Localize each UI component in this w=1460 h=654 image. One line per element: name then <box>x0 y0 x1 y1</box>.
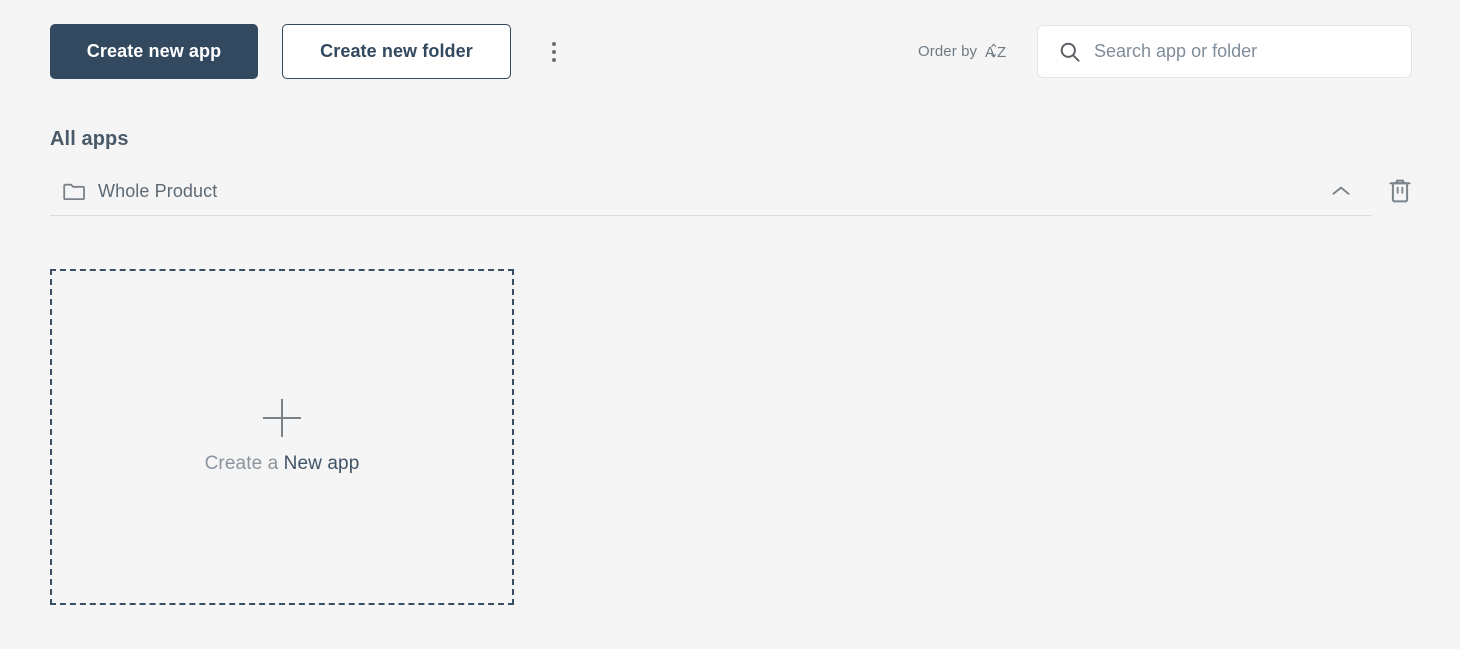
plus-icon <box>263 399 301 437</box>
order-by-control[interactable]: Order by A Z <box>918 41 1007 62</box>
order-by-label: Order by <box>918 42 978 60</box>
create-new-app-card[interactable]: Create a New app <box>50 269 514 605</box>
kebab-dot <box>552 58 556 62</box>
card-caption-emphasis: New app <box>283 453 360 474</box>
svg-text:Z: Z <box>997 44 1006 61</box>
folder-row-whole-product[interactable]: Whole Product <box>50 168 1372 216</box>
bottom-strip <box>0 649 1460 654</box>
kebab-dot <box>552 50 556 54</box>
folder-name: Whole Product <box>98 181 218 201</box>
search-icon <box>1059 41 1081 63</box>
kebab-dot <box>552 42 556 46</box>
card-caption-prefix: Create a <box>204 453 284 474</box>
folder-icon <box>63 181 85 203</box>
sort-alpha-az-icon: A Z <box>985 41 1007 61</box>
chevron-up-icon[interactable] <box>1326 177 1356 207</box>
create-new-app-card-label: Create a New app <box>205 453 360 475</box>
create-new-folder-button[interactable]: Create new folder <box>282 24 511 79</box>
create-new-app-button[interactable]: Create new app <box>50 24 258 79</box>
search-box[interactable] <box>1037 25 1412 78</box>
search-input[interactable] <box>1094 26 1411 77</box>
svg-text:A: A <box>985 44 995 61</box>
trash-icon[interactable] <box>1385 176 1415 206</box>
app-page: Create new app Create new folder Order b… <box>0 0 1460 649</box>
kebab-menu-icon[interactable] <box>539 33 569 71</box>
toolbar: Create new app Create new folder Order b… <box>0 0 1460 104</box>
page-title: All apps <box>50 128 129 150</box>
